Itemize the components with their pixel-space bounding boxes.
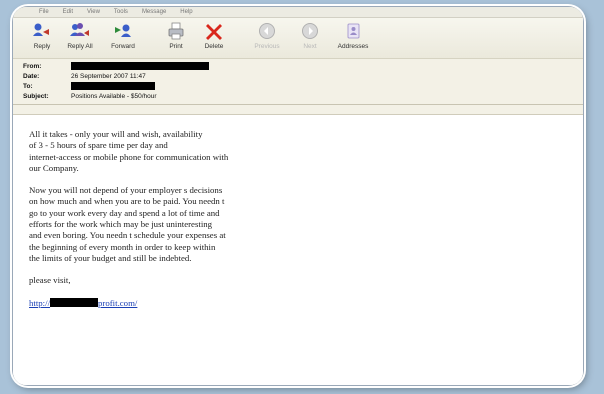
menu-file[interactable]: File — [39, 9, 49, 15]
menu-bar: File Edit View Tools Message Help — [13, 7, 583, 18]
delete-label: Delete — [204, 43, 224, 50]
to-redacted — [71, 82, 155, 90]
body-line: of 3 - 5 hours of spare time per day and — [29, 140, 168, 151]
to-label: To: — [23, 82, 33, 90]
date-row: Date: 26 September 2007 11:47 — [23, 71, 583, 81]
screenshot-frame: File Edit View Tools Message Help Reply — [12, 6, 584, 386]
address-book-icon — [343, 21, 363, 41]
from-label: From: — [23, 62, 42, 70]
reply-icon — [32, 21, 52, 41]
from-row: From: — [23, 61, 583, 71]
body-line: go to your work every day and spend a lo… — [29, 207, 220, 218]
delete-button[interactable]: Delete — [195, 18, 233, 56]
from-redacted — [71, 62, 209, 70]
reply-label: Reply — [33, 43, 51, 50]
closing-line: please visit, — [29, 275, 71, 286]
print-label: Print — [169, 43, 183, 50]
message-headers: From: Date: 26 September 2007 11:47 To: … — [13, 59, 583, 105]
previous-arrow-icon — [257, 21, 277, 41]
menu-view[interactable]: View — [87, 9, 100, 15]
addresses-button[interactable]: Addresses — [329, 18, 377, 56]
previous-button[interactable]: Previous — [243, 18, 291, 56]
menu-edit[interactable]: Edit — [63, 9, 73, 15]
reply-all-icon — [70, 21, 90, 41]
forward-icon — [113, 21, 133, 41]
body-line: Now you will not depend of your employer… — [29, 185, 223, 196]
subject-value: Positions Available - $50/hour — [71, 92, 157, 100]
to-row: To: — [23, 81, 583, 91]
menu-message[interactable]: Message — [142, 9, 166, 15]
body-line: efforts for the work which may be just u… — [29, 219, 213, 230]
subject-label: Subject: — [23, 92, 49, 100]
date-value: 26 September 2007 11:47 — [71, 72, 146, 80]
next-arrow-icon — [300, 21, 320, 41]
message-body: All it takes - only your will and wish, … — [13, 114, 583, 385]
printer-icon — [166, 21, 186, 41]
body-line: and even boring. You needn t schedule yo… — [29, 230, 226, 241]
link-suffix: profit.com/ — [98, 297, 138, 308]
body-line: our Company. — [29, 162, 79, 173]
next-button[interactable]: Next — [291, 18, 329, 56]
url-line: http:// profit.com/ — [29, 297, 583, 309]
next-label: Next — [303, 43, 317, 50]
delete-x-icon — [204, 21, 224, 41]
email-window: File Edit View Tools Message Help Reply — [12, 6, 584, 386]
body-line: on how much and when you are to be paid.… — [29, 196, 225, 207]
reply-all-button[interactable]: Reply All — [61, 18, 99, 56]
body-line: the limits of your budget and still be i… — [29, 252, 192, 263]
menu-tools[interactable]: Tools — [114, 9, 128, 15]
link-prefix: http:// — [29, 297, 51, 308]
spam-link[interactable]: http:// profit.com/ — [29, 297, 138, 308]
forward-button[interactable]: Forward — [99, 18, 147, 56]
message-text: All it takes - only your will and wish, … — [13, 115, 583, 309]
menu-help[interactable]: Help — [180, 9, 192, 15]
forward-label: Forward — [111, 43, 135, 50]
reply-all-label: Reply All — [67, 43, 93, 50]
reply-button[interactable]: Reply — [23, 18, 61, 56]
link-redacted — [50, 297, 99, 307]
addresses-label: Addresses — [337, 43, 369, 50]
body-line: All it takes - only your will and wish, … — [29, 129, 203, 139]
print-button[interactable]: Print — [157, 18, 195, 56]
toolbar: Reply Reply All Forward Print Delete Pre… — [13, 18, 583, 59]
body-line: the beginning of every month in order to… — [29, 241, 216, 252]
previous-label: Previous — [254, 43, 280, 50]
date-label: Date: — [23, 72, 40, 80]
subject-row: Subject: Positions Available - $50/hour — [23, 91, 583, 101]
body-line: internet-access or mobile phone for comm… — [29, 151, 229, 162]
